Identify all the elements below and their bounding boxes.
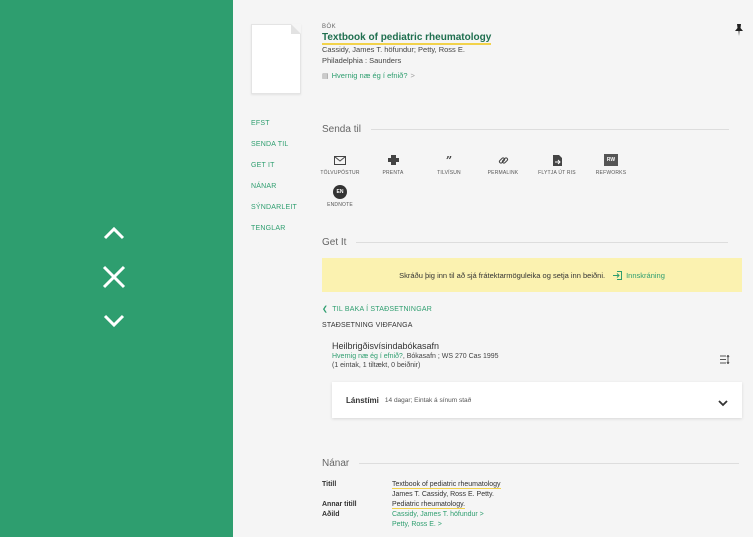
loan-title: Lánstími [346, 395, 379, 405]
call-number: , Bókasafn ; WS 270 Cas 1995 [402, 353, 499, 360]
login-button[interactable]: Innskráning [613, 270, 665, 280]
nav-item-efst[interactable]: EFST [251, 120, 297, 141]
record-detail-content: BÓK Textbook of pediatric rheumatology C… [233, 0, 753, 537]
detail-row: Aðild Cassidy, James T. höfundur > [322, 510, 484, 520]
access-link[interactable]: ▤ Hvernig næ ég í efnið? > [322, 71, 722, 80]
details-heading: Nánar [322, 458, 740, 469]
library-name: Heilbrigðisvísindabókasafn [332, 341, 440, 351]
section-nav: EFST SENDA TIL GET IT NÁNAR SÝNDARLEIT T… [251, 120, 297, 246]
nav-item-tenglar[interactable]: TENGLAR [251, 225, 297, 246]
endnote-icon: EN [333, 185, 347, 199]
chevron-right-icon: > [410, 71, 415, 80]
pin-icon[interactable] [734, 24, 744, 39]
viewer-side-panel [0, 0, 233, 537]
signin-banner: Skráðu þig inn til að sjá frátektarmögul… [322, 258, 742, 292]
refworks-button[interactable]: RW REFWORKS [586, 152, 636, 176]
library-access-link[interactable]: Hvernig næ ég í efnið? [332, 353, 403, 360]
endnote-button[interactable]: EN ENDNOTE [315, 184, 365, 208]
close-icon[interactable] [99, 262, 129, 292]
details-table: Titill Textbook of pediatric rheumatolog… [322, 480, 742, 530]
record-publisher: Philadelphia : Saunders [322, 56, 402, 65]
permalink-button[interactable]: PERMALINK [478, 152, 528, 176]
link-icon [478, 152, 528, 168]
back-to-locations-link[interactable]: ❮ TIL BAKA Í STAÐSETNINGAR [322, 305, 432, 313]
chevron-left-icon: ❮ [322, 306, 329, 313]
quote-icon: ” [445, 153, 453, 167]
nav-item-senda-til[interactable]: SENDA TIL [251, 141, 297, 162]
detail-row: Titill Textbook of pediatric rheumatolog… [322, 481, 501, 489]
get-it-heading: Get It [322, 237, 729, 248]
chevron-up-icon[interactable] [99, 218, 129, 248]
loan-policy-row[interactable]: Lánstími 14 dagar; Eintak á sínum stað [332, 382, 742, 418]
send-to-heading: Senda til [322, 124, 729, 135]
locations-heading: STAÐSETNING VIÐFANGA [322, 322, 413, 329]
book-icon: ▤ [322, 72, 329, 80]
signin-text: Skráðu þig inn til að sjá frátektarmögul… [399, 270, 606, 280]
access-link-label: Hvernig næ ég í efnið? [331, 71, 408, 80]
library-location: Heilbrigðisvísindabókasafn Hvernig næ ég… [332, 341, 742, 369]
book-thumbnail [251, 24, 301, 94]
nav-item-nanar[interactable]: NÁNAR [251, 183, 297, 204]
email-button[interactable]: TÖLVUPÓSTUR [315, 152, 365, 176]
nav-item-get-it[interactable]: GET IT [251, 162, 297, 183]
record-header: BÓK Textbook of pediatric rheumatology C… [322, 24, 722, 80]
printer-icon [368, 152, 418, 168]
login-icon [613, 270, 623, 280]
print-button[interactable]: PRENTA [368, 152, 418, 176]
chevron-down-icon[interactable] [99, 306, 129, 336]
citation-button[interactable]: ” TILVÍSUN [424, 152, 474, 177]
detail-row: James T. Cassidy, Ross E. Petty. [392, 491, 494, 498]
refworks-icon: RW [604, 154, 618, 166]
detail-row: Annar titill Pediatric rheumatology. [322, 501, 466, 509]
filter-icon[interactable] [720, 353, 731, 367]
envelope-icon [315, 152, 365, 168]
loan-detail: 14 dagar; Eintak á sínum stað [384, 396, 472, 404]
record-authors: Cassidy, James T. höfundur; Petty, Ross … [322, 45, 465, 54]
file-export-icon [532, 152, 582, 168]
nav-item-syndarleit[interactable]: SÝNDARLEIT [251, 204, 297, 225]
author-link[interactable]: Petty, Ross E. > [392, 520, 442, 530]
export-ris-button[interactable]: FLYTJA ÚT RIS [532, 152, 582, 176]
detail-row: Petty, Ross E. > [322, 520, 742, 530]
record-title[interactable]: Textbook of pediatric rheumatology [322, 32, 722, 45]
chevron-down-icon [718, 394, 728, 412]
author-link[interactable]: Cassidy, James T. höfundur > [392, 510, 484, 520]
record-type: BÓK [322, 24, 337, 30]
availability-text: (1 eintak, 1 tiltækt, 0 beiðnir) [332, 362, 421, 369]
